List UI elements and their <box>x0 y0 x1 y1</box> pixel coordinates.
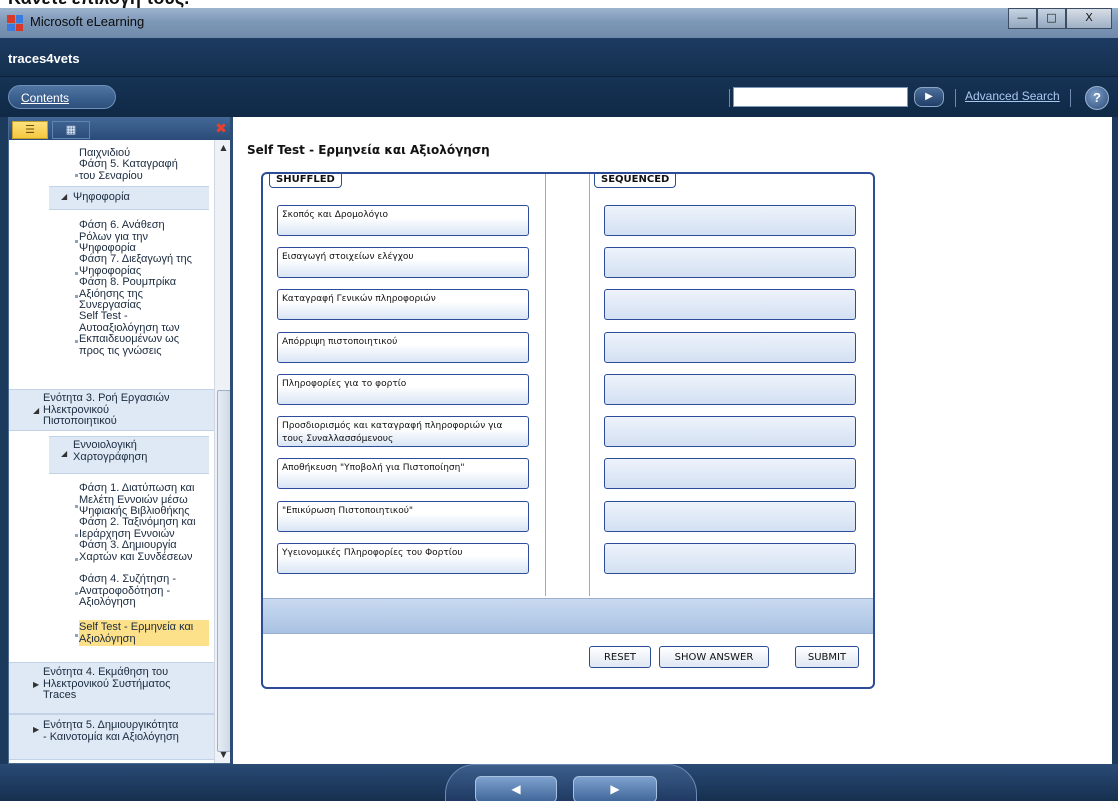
contents-button[interactable]: Contents <box>8 85 116 109</box>
course-name: traces4vets <box>8 51 80 66</box>
collapsed-triangle-icon: ▶ <box>33 725 40 734</box>
toc-item[interactable]: Φάση 3. Δημιουργία Χαρτών και Συνδέσεων <box>79 539 192 563</box>
bullet-icon <box>75 592 78 595</box>
toc-item[interactable]: Ενότητα 4. Εκμάθηση του Ηλεκτρονικού Συσ… <box>43 666 170 702</box>
sequence-slot[interactable] <box>604 289 856 320</box>
reset-button[interactable]: RESET <box>589 646 651 668</box>
minimize-button[interactable]: — <box>1008 8 1037 29</box>
sidebar-tabs: ☰ ▦ ✖ <box>9 118 231 140</box>
toc-tree: Παιχνιδιού Φάση 5. Καταγραφή του Σεναρίο… <box>9 140 214 763</box>
close-sidebar-button[interactable]: ✖ <box>215 120 227 138</box>
content-pane: Self Test - Ερμηνεία και Αξιολόγηση SHUF… <box>233 117 1112 764</box>
arrow-left-icon: ◀ <box>511 782 521 796</box>
search-input[interactable] <box>733 87 908 107</box>
sequenced-column: SEQUENCED <box>589 174 873 596</box>
application-window: Microsoft eLearning — □ X traces4vets Co… <box>0 8 1118 801</box>
app-header: traces4vets <box>0 38 1118 77</box>
shuffled-card[interactable]: Υγειονομικές Πληροφορίες του Φορτίου <box>277 543 529 574</box>
help-icon: ? <box>1093 90 1101 105</box>
close-icon: ✖ <box>215 121 227 137</box>
sequence-slot[interactable] <box>604 416 856 447</box>
toc-item[interactable]: Φάση 2. Ταξινόμηση και Ιεράρχηση Εννοιών <box>79 516 196 540</box>
feedback-bar <box>263 598 873 634</box>
sequence-slot[interactable] <box>604 374 856 405</box>
toolbar-divider <box>729 89 730 107</box>
grid-icon: ▦ <box>65 123 77 136</box>
sequence-slot[interactable] <box>604 247 856 278</box>
submit-button[interactable]: SUBMIT <box>795 646 859 668</box>
contents-label: Contents <box>21 91 70 105</box>
show-answer-button[interactable]: SHOW ANSWER <box>659 646 769 668</box>
window-title: Microsoft eLearning <box>30 14 145 29</box>
toc-item-selected[interactable]: Self Test - Ερμηνεία και Αξιολόγηση <box>79 621 193 645</box>
shuffled-card[interactable]: Εισαγωγή στοιχείων ελέγχου <box>277 247 529 278</box>
bullet-icon <box>75 272 78 275</box>
bullet-icon <box>75 340 78 343</box>
shuffled-card[interactable]: "Επικύρωση Πιστοποιητικού" <box>277 501 529 532</box>
play-icon: ▶ <box>925 91 933 102</box>
toolbar-divider <box>955 89 956 107</box>
toc-item[interactable]: Ψηφοφορία <box>73 191 130 204</box>
scroll-thumb[interactable] <box>217 390 231 752</box>
bullet-icon <box>75 174 78 177</box>
bullet-icon <box>75 240 78 243</box>
search-go-button[interactable]: ▶ <box>914 87 944 107</box>
toc-item[interactable]: Φάση 8. Ρουμπρίκα Αξιόησης της Συνεργασί… <box>79 276 176 312</box>
sequence-slot[interactable] <box>604 332 856 363</box>
shuffled-card[interactable]: Αποθήκευση "Υποβολή για Πιστοποίηση" <box>277 458 529 489</box>
shuffled-card[interactable]: Απόρριψη πιστοποιητικού <box>277 332 529 363</box>
sequenced-header: SEQUENCED <box>594 174 677 188</box>
help-button[interactable]: ? <box>1085 86 1109 110</box>
expanded-triangle-icon: ◢ <box>61 449 68 458</box>
previous-page-button[interactable]: ◀ <box>475 776 557 801</box>
title-bar: Microsoft eLearning — □ X <box>0 8 1118 38</box>
bullet-icon <box>75 534 78 537</box>
sequencing-activity: SHUFFLED Σκοπός και Δρομολόγιο Εισαγωγή … <box>261 172 875 689</box>
tab-table-of-contents[interactable]: ☰ <box>12 121 48 139</box>
page-title: Self Test - Ερμηνεία και Αξιολόγηση <box>247 143 490 157</box>
advanced-search-link[interactable]: Advanced Search <box>965 89 1060 103</box>
toc-item[interactable]: Φάση 6. Ανάθεση Ρόλων για την Ψηφοφορία <box>79 219 165 255</box>
bullet-icon <box>75 505 78 508</box>
toc-item[interactable]: Φάση 1. Διατύπωση και Μελέτη Εννοιών μέσ… <box>79 482 194 518</box>
toc-sidebar: ☰ ▦ ✖ Παιχνιδιού Φάση 5. Καταγραφή του Σ… <box>8 117 232 764</box>
next-page-button[interactable]: ▶ <box>573 776 657 801</box>
maximize-button[interactable]: □ <box>1037 8 1066 29</box>
shuffled-header: SHUFFLED <box>269 174 342 188</box>
app-icon <box>7 15 23 31</box>
bullet-icon <box>75 558 78 561</box>
shuffled-card[interactable]: Πληροφορίες για το φορτίο <box>277 374 529 405</box>
nav-toolbar: Contents ▶ Advanced Search ? <box>0 77 1118 117</box>
toc-item[interactable]: Φάση 5. Καταγραφή του Σεναρίου <box>79 158 178 182</box>
window-controls: — □ X <box>1008 8 1112 29</box>
expanded-triangle-icon: ◢ <box>33 406 40 415</box>
expanded-triangle-icon: ◢ <box>61 192 68 201</box>
bullet-icon <box>75 634 78 637</box>
page-overlay-text: Κάνετε επιλογή τους. <box>0 0 1118 8</box>
close-window-button[interactable]: X <box>1066 8 1112 29</box>
toc-item[interactable]: Ενότητα 5. Δημιουργικότητα - Καινοτομία … <box>43 719 179 743</box>
shuffled-card[interactable]: Σκοπός και Δρομολόγιο <box>277 205 529 236</box>
bottom-nav-bar: ◀ ▶ <box>0 764 1118 801</box>
toc-item[interactable]: Φάση 7. Διεξαγωγή της Ψηφοφορίας <box>79 253 192 277</box>
toc-item[interactable]: Εννοιολογική Χαρτογράφηση <box>73 439 147 463</box>
list-icon: ☰ <box>25 123 35 136</box>
toc-item[interactable]: Ενότητα 3. Ροή Εργασιών Ηλεκτρονικού Πισ… <box>43 392 170 428</box>
sequence-slot[interactable] <box>604 458 856 489</box>
bullet-icon <box>75 295 78 298</box>
toc-item[interactable]: Self Test - Αυτοαξιολόγηση των Εκπαιδευο… <box>79 310 180 357</box>
toolbar-divider <box>1070 89 1071 107</box>
sequence-slot[interactable] <box>604 501 856 532</box>
tab-thumbnails[interactable]: ▦ <box>52 121 90 139</box>
sequence-slot[interactable] <box>604 205 856 236</box>
collapsed-triangle-icon: ▶ <box>33 680 40 689</box>
shuffled-card[interactable]: Καταγραφή Γενικών πληροφοριών <box>277 289 529 320</box>
sequence-slot[interactable] <box>604 543 856 574</box>
shuffled-column: SHUFFLED Σκοπός και Δρομολόγιο Εισαγωγή … <box>263 174 546 596</box>
shuffled-card[interactable]: Προσδιορισμός και καταγραφή πληροφοριών … <box>277 416 529 447</box>
toc-item[interactable]: Φάση 4. Συζήτηση - Ανατροφοδότηση - Αξιο… <box>79 573 176 609</box>
arrow-right-icon: ▶ <box>610 782 620 796</box>
